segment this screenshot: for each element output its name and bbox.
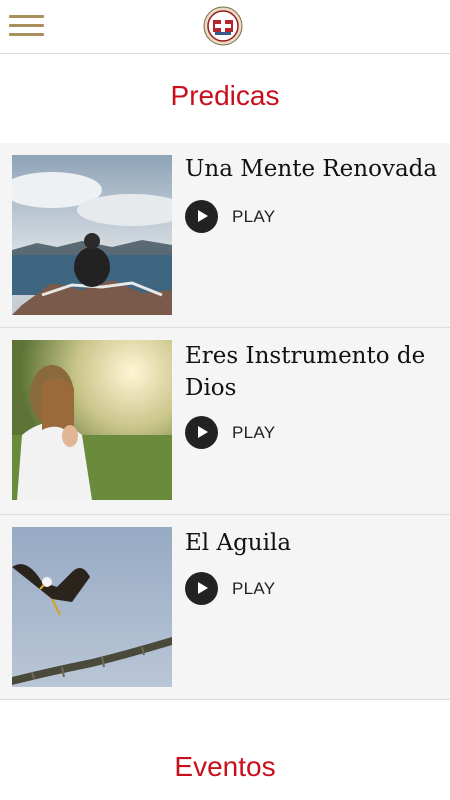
hamburger-menu-icon[interactable] <box>9 13 44 39</box>
sermon-list: Una Mente Renovada PLAY Eres Instrumento… <box>0 143 450 700</box>
play-icon <box>185 200 218 233</box>
play-button[interactable]: PLAY <box>185 572 305 606</box>
list-item[interactable]: Eres Instrumento de Dios PLAY <box>0 328 450 515</box>
sermon-thumbnail[interactable] <box>12 340 172 500</box>
play-icon <box>185 572 218 605</box>
sermon-thumbnail[interactable] <box>12 155 172 315</box>
play-icon <box>185 416 218 449</box>
section-title-eventos: Eventos <box>174 751 276 782</box>
play-label: PLAY <box>232 207 276 226</box>
section-title-predicas: Predicas <box>170 80 280 111</box>
woman-praying-image <box>12 340 172 500</box>
play-label: PLAY <box>232 423 276 442</box>
list-item[interactable]: El Aguila PLAY <box>0 515 450 700</box>
list-item[interactable]: Una Mente Renovada PLAY <box>0 143 450 328</box>
sermon-title[interactable]: Una Mente Renovada <box>185 153 443 185</box>
eagle-image <box>12 527 172 687</box>
sermon-thumbnail[interactable] <box>12 527 172 687</box>
sermon-title[interactable]: Eres Instrumento de Dios <box>185 340 443 404</box>
app-header <box>0 0 450 54</box>
play-button[interactable]: PLAY <box>185 200 305 234</box>
church-seal-logo[interactable] <box>203 6 243 46</box>
person-on-rock-image <box>12 155 172 315</box>
sermon-title[interactable]: El Aguila <box>185 527 443 559</box>
play-label: PLAY <box>232 579 276 598</box>
play-button[interactable]: PLAY <box>185 416 305 450</box>
